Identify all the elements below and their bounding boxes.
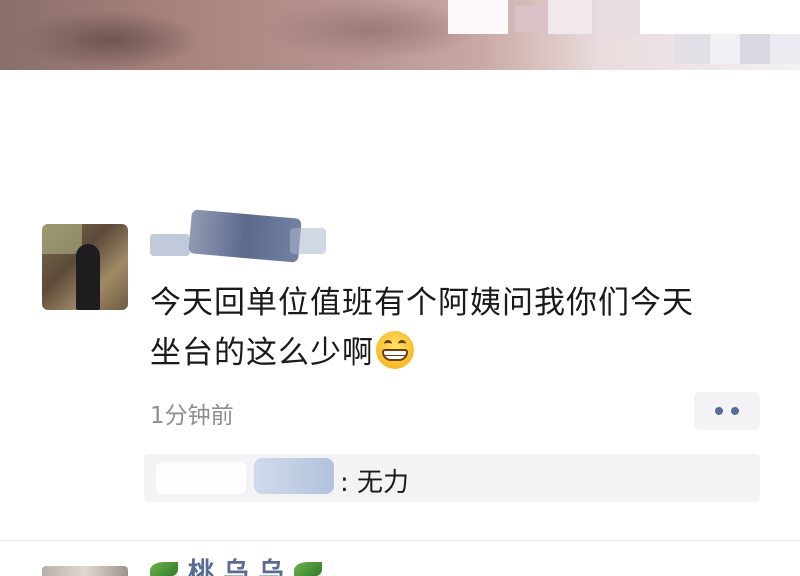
post-text-line-2: 坐台的这么少啊 xyxy=(150,328,770,378)
next-post-username-text: 桃 乌 乌 xyxy=(188,557,285,576)
comment-text[interactable]: : 无力 xyxy=(340,462,409,499)
grinning-face-emoji-icon xyxy=(376,331,414,369)
more-actions-button[interactable] xyxy=(694,392,760,430)
post-time: 1分钟前 xyxy=(150,403,234,429)
post-text: 今天回单位值班有个阿姨问我你们今天 坐台的这么少啊 xyxy=(150,278,770,378)
divider xyxy=(0,540,800,541)
moments-feed: 今天回单位值班有个阿姨问我你们今天 坐台的这么少啊 1分钟前 : 无力 桃 乌 … xyxy=(0,0,800,576)
two-dots-icon xyxy=(715,407,723,415)
next-post-username[interactable]: 桃 乌 乌 xyxy=(150,558,323,576)
avatar[interactable] xyxy=(42,224,128,310)
two-dots-icon-dot xyxy=(731,407,739,415)
leaf-icon-trailing xyxy=(294,562,323,576)
commenter-name-redacted[interactable] xyxy=(144,454,340,502)
cover-image xyxy=(0,0,800,70)
post-text-line-2-text: 坐台的这么少啊 xyxy=(150,335,374,371)
comment-list: : 无力 xyxy=(144,454,760,502)
next-post-avatar[interactable] xyxy=(42,566,128,576)
username-redacted[interactable] xyxy=(150,209,330,263)
post-text-line-1: 今天回单位值班有个阿姨问我你们今天 xyxy=(150,285,694,321)
leaf-icon xyxy=(150,562,178,576)
